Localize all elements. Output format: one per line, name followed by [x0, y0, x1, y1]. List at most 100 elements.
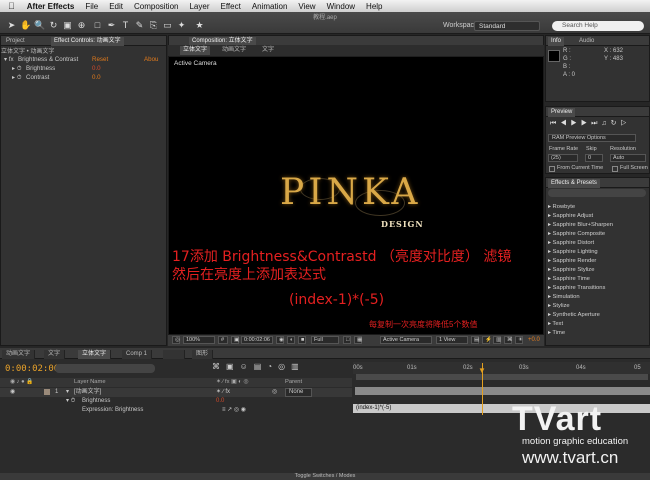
effect-category[interactable]: ▸ Sapphire Distort	[548, 240, 594, 246]
search-input[interactable]: Search Help	[552, 21, 644, 31]
menu-effect[interactable]: Effect	[221, 2, 241, 11]
viewer-timecode[interactable]: 0:00:02:06	[241, 336, 273, 344]
time-ruler[interactable]	[353, 362, 650, 374]
timeline-icon[interactable]: ▥	[493, 336, 501, 344]
zoom-select[interactable]: 100%	[183, 336, 215, 344]
effect-category[interactable]: ▸ Sapphire Transitions	[548, 285, 605, 291]
param-value[interactable]: 0.0	[92, 64, 101, 73]
menu-help[interactable]: Help	[366, 2, 382, 11]
magnify-icon[interactable]: ◎	[172, 336, 180, 344]
layer-switches[interactable]: ✶ ∕ fx	[216, 388, 230, 397]
comp-mini-flowchart-icon[interactable]: ⌘	[212, 362, 226, 371]
effect-category[interactable]: ▸ Rowbyte	[548, 204, 575, 210]
effect-category[interactable]: ▸ Stylize	[548, 303, 570, 309]
layer-name-header[interactable]: Layer Name	[74, 378, 106, 387]
snapshot-icon[interactable]: ◉	[276, 336, 284, 344]
exposure-icon[interactable]: ☀	[515, 336, 523, 344]
effects-search-input[interactable]	[548, 189, 646, 197]
label-color-swatch[interactable]	[44, 389, 50, 395]
pan-behind-tool-icon[interactable]: ⊕	[76, 20, 87, 31]
tab-effect-controls[interactable]: Effect Controls: 动画文字	[51, 37, 124, 46]
audio-icon[interactable]: ♫	[601, 120, 610, 127]
grid-icon[interactable]: #	[218, 336, 228, 344]
effect-category[interactable]: ▸ Sapphire Stylize	[548, 267, 594, 273]
menu-composition[interactable]: Composition	[134, 2, 178, 11]
transparency-grid-icon[interactable]: ▦	[354, 336, 362, 344]
menu-animation[interactable]: Animation	[252, 2, 288, 11]
tab-info[interactable]: Info	[548, 37, 565, 46]
prev-frame-icon[interactable]: ◀	[560, 120, 570, 127]
effect-category[interactable]: ▸ Sapphire Render	[548, 258, 596, 264]
text-tool-icon[interactable]: T	[120, 20, 131, 31]
app-menu[interactable]: After Effects	[27, 2, 75, 11]
effect-category[interactable]: ▸ Time	[548, 330, 565, 336]
effect-category[interactable]: ▸ Sapphire Time	[548, 276, 590, 282]
param-row[interactable]: ▸ ⏱ Brightness 0.0	[0, 64, 165, 73]
shy-icon[interactable]: ☺	[240, 362, 254, 371]
stopwatch-icon[interactable]: ▸ ⏱	[12, 73, 22, 82]
camera-snapshot-icon[interactable]: ▣	[231, 336, 239, 344]
property-row[interactable]: ▾ ⏱ Brightness 0.0	[0, 397, 352, 406]
ram-preview-icon[interactable]: ▷	[621, 120, 631, 127]
expression-row[interactable]: Expression: Brightness ≡ ↗ ◎ ◉	[0, 406, 352, 415]
toggle-switches-modes-bar[interactable]: Toggle Switches / Modes	[0, 473, 650, 480]
timeline-tab[interactable]: 文字	[44, 350, 66, 359]
timeline-tab[interactable]: Comp 1	[122, 350, 153, 359]
breadcrumb-item[interactable]: 立体文字	[180, 46, 211, 55]
expression-controls-icon[interactable]: ≡ ↗ ◎ ◉	[222, 406, 246, 415]
workspace-select[interactable]: Standard	[474, 21, 540, 31]
playback-controls[interactable]: ⏮◀▶▶⏭♫↻▷	[550, 119, 631, 128]
property-value[interactable]: 0.0	[216, 397, 224, 406]
play-icon[interactable]: ▶	[571, 120, 581, 127]
flowchart-icon[interactable]: ⌘	[504, 336, 513, 344]
effect-category[interactable]: ▸ Sapphire Blur+Sharpen	[548, 222, 613, 228]
from-current-checkbox[interactable]	[549, 166, 555, 172]
frame-blend-icon[interactable]: ▤	[254, 362, 268, 371]
effect-category[interactable]: ▸ Synthetic Aperture	[548, 312, 600, 318]
param-value[interactable]: 0.0	[92, 73, 101, 82]
layer-twirl-icon[interactable]: ▾	[66, 388, 69, 397]
fx-icon[interactable]: ▾ fx	[4, 55, 14, 64]
skip-select[interactable]: 0	[585, 154, 603, 162]
rotate-tool-icon[interactable]: ↻	[48, 20, 59, 31]
fast-preview-icon[interactable]: ⚡	[482, 336, 492, 344]
work-area-bar[interactable]	[356, 374, 648, 380]
full-screen-checkbox[interactable]	[612, 166, 618, 172]
menu-edit[interactable]: Edit	[109, 2, 123, 11]
pickwhip-icon[interactable]: ◎	[272, 388, 277, 397]
exposure-value[interactable]: +0.0	[528, 337, 540, 343]
tab-effects-presets[interactable]: Effects & Presets	[548, 179, 600, 188]
eye-icon[interactable]: ◉	[10, 388, 15, 397]
brainstorm-icon[interactable]: ◎	[278, 362, 291, 371]
resolution-select[interactable]: Auto	[610, 154, 646, 162]
menu-view[interactable]: View	[298, 2, 315, 11]
layer-name[interactable]: [动画文字]	[74, 388, 101, 397]
roto-brush-tool-icon[interactable]: ✦	[176, 20, 187, 31]
breadcrumb-item[interactable]: 文字	[262, 46, 274, 55]
layer-row[interactable]: ◉ 1 ▾ [动画文字] ✶ ∕ fx ◎ None	[0, 388, 352, 397]
timeline-tab[interactable]: 图形	[192, 350, 214, 359]
loop-icon[interactable]: ↻	[611, 120, 621, 127]
apple-icon[interactable]: 	[8, 1, 15, 11]
draft-3d-icon[interactable]: ▣	[226, 362, 240, 371]
menu-window[interactable]: Window	[327, 2, 355, 11]
timeline-tab[interactable]: 动画文字	[2, 350, 36, 359]
motion-blur-icon[interactable]: ◔	[267, 362, 278, 371]
selection-tool-icon[interactable]: ➤	[6, 20, 17, 31]
eraser-tool-icon[interactable]: ▭	[162, 20, 173, 31]
channel-icon[interactable]: ◐	[287, 336, 295, 344]
camera-tool-icon[interactable]: ▣	[62, 20, 73, 31]
hand-tool-icon[interactable]: ✋	[20, 20, 31, 31]
effect-row[interactable]: ▾ fx Brightness & Contrast Reset Abou	[0, 55, 165, 64]
effect-category[interactable]: ▸ Simulation	[548, 294, 580, 300]
timeline-tab[interactable]	[163, 350, 185, 359]
reset-button[interactable]: Reset	[92, 55, 108, 64]
tab-preview[interactable]: Preview	[548, 108, 576, 117]
stopwatch-icon[interactable]: ▸ ⏱	[12, 64, 22, 73]
timeline-timecode[interactable]: 0:00:02:06	[5, 364, 59, 374]
param-row[interactable]: ▸ ⏱ Contrast 0.0	[0, 73, 165, 82]
color-swatch-icon[interactable]: ■	[298, 336, 306, 344]
tab-audio[interactable]: Audio	[576, 37, 597, 46]
resolution-select[interactable]: Full	[311, 336, 339, 344]
tab-project[interactable]: Project	[3, 37, 28, 46]
